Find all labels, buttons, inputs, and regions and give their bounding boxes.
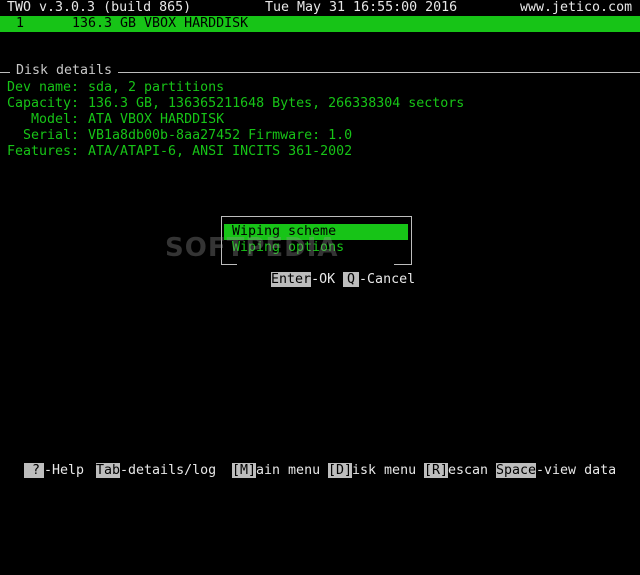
website-link: www.jetico.com	[520, 0, 633, 15]
main-menu-key: [M]	[232, 463, 257, 478]
cancel-key: Q	[343, 272, 360, 287]
rescan-label: escan	[448, 463, 489, 478]
datetime-display: Tue May 31 16:55:00 2016	[265, 0, 458, 15]
space-key: Space	[496, 463, 537, 478]
help-label: -Help	[44, 463, 85, 478]
view-data-shortcut[interactable]: Space-view data	[496, 463, 616, 479]
field-label-features: Features:	[7, 144, 80, 159]
field-label-model: Model:	[31, 112, 80, 127]
cancel-label: -Cancel	[359, 272, 416, 287]
view-data-label: -view data	[536, 463, 617, 478]
dialog-border-top	[221, 216, 412, 217]
menu-item-label: Wiping scheme	[232, 224, 337, 239]
help-key: ?	[24, 463, 45, 478]
field-value-features: ATA/ATAPI-6, ANSI INCITS 361-2002	[88, 144, 353, 159]
rescan-shortcut[interactable]: [R]escan	[424, 463, 488, 479]
tab-key: Tab	[96, 463, 121, 478]
section-divider-right	[118, 72, 640, 73]
disk-list-item[interactable]: 1 136.3 GB VBOX HARDDISK	[0, 16, 640, 32]
app-title: TWO v.3.0.3 (build 865)	[7, 0, 192, 15]
menu-item-label: Wiping options	[232, 240, 345, 255]
tab-shortcut[interactable]: Tab-details/log	[96, 463, 216, 479]
menu-item-wiping-options[interactable]: Wiping options	[224, 240, 408, 256]
field-value-dev-name: sda, 2 partitions	[88, 80, 225, 95]
main-menu-label: ain menu	[256, 463, 321, 478]
dialog-border-left	[221, 216, 222, 264]
disk-menu-shortcut[interactable]: [D]isk menu	[328, 463, 416, 479]
main-menu-shortcut[interactable]: [M]ain menu	[232, 463, 320, 479]
rescan-key: [R]	[424, 463, 449, 478]
disk-menu-label: isk menu	[352, 463, 417, 478]
section-divider-left	[0, 72, 10, 73]
disk-menu-key: [D]	[328, 463, 353, 478]
field-value-model: ATA VBOX HARDDISK	[88, 112, 225, 127]
tab-label: -details/log	[120, 463, 217, 478]
field-value-serial: VB1a8db00b-8aa27452 Firmware: 1.0	[88, 128, 353, 143]
field-label-serial: Serial:	[23, 128, 80, 143]
disk-label: 136.3 GB VBOX HARDDISK	[72, 16, 249, 31]
footer-keybar: ? -Help Tab-details/log [M]ain menu [D]is…	[0, 463, 640, 479]
menu-item-wiping-scheme[interactable]: Wiping scheme	[224, 224, 408, 240]
ok-key: Enter	[271, 272, 312, 287]
disk-index: 1	[16, 16, 25, 31]
disk-details-title: Disk details	[16, 63, 113, 78]
field-label-capacity: Capacity:	[7, 96, 80, 111]
cancel-button[interactable]: Q -Cancel	[311, 256, 415, 304]
field-label-dev-name: Dev name:	[7, 80, 80, 95]
field-value-capacity: 136.3 GB, 136365211648 Bytes, 266338304 …	[88, 96, 465, 111]
help-shortcut[interactable]: ? -Help	[24, 463, 84, 479]
